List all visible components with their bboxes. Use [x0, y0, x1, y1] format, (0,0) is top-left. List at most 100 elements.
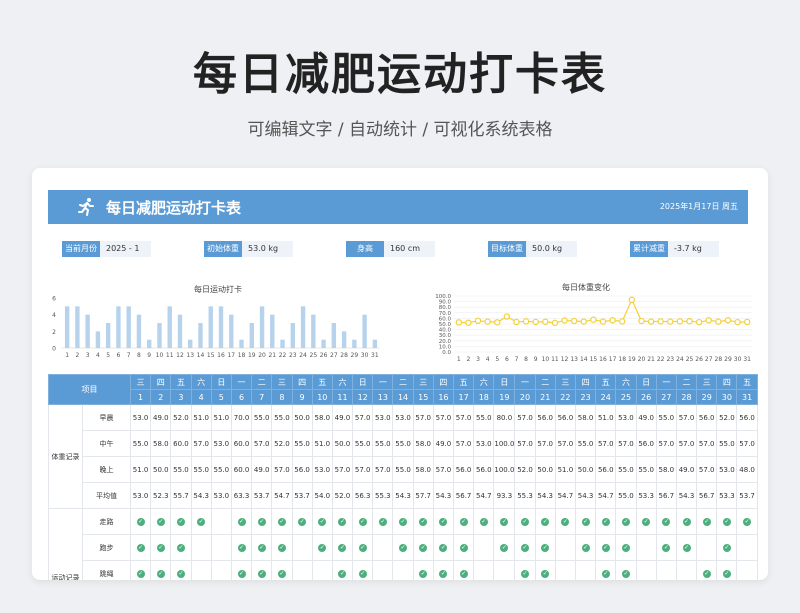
check-cell[interactable]: ✓	[170, 508, 192, 535]
weight-cell[interactable]: 52.3	[150, 482, 172, 509]
check-cell[interactable]	[291, 534, 313, 561]
check-cell[interactable]: ✓	[635, 508, 657, 535]
check-cell[interactable]: ✓	[655, 534, 677, 561]
check-cell[interactable]: ✓	[150, 534, 172, 561]
check-cell[interactable]: ✓	[534, 534, 556, 561]
info-value[interactable]: 50.0 kg	[526, 241, 577, 257]
weight-cell[interactable]: 49.0	[675, 456, 698, 483]
weight-cell[interactable]: 52.0	[716, 404, 738, 431]
check-cell[interactable]	[574, 560, 597, 580]
weight-cell[interactable]: 50.0	[150, 456, 172, 483]
check-cell[interactable]	[493, 560, 516, 580]
weight-cell[interactable]: 57.0	[534, 430, 556, 457]
weight-cell[interactable]: 53.0	[129, 404, 152, 431]
weight-cell[interactable]: 63.3	[230, 482, 253, 509]
check-cell[interactable]: ✓	[352, 560, 374, 580]
check-cell[interactable]	[291, 560, 313, 580]
weight-cell[interactable]: 54.7	[595, 482, 617, 509]
weight-cell[interactable]: 55.3	[372, 482, 394, 509]
weight-cell[interactable]: 48.0	[736, 456, 758, 483]
weight-cell[interactable]: 52.0	[514, 456, 536, 483]
weight-cell[interactable]: 54.7	[473, 482, 495, 509]
check-cell[interactable]: ✓	[736, 508, 758, 535]
check-cell[interactable]: ✓	[230, 508, 253, 535]
weight-cell[interactable]: 55.7	[170, 482, 192, 509]
weight-cell[interactable]: 60.0	[230, 456, 253, 483]
weight-cell[interactable]: 53.0	[372, 404, 394, 431]
weight-cell[interactable]: 56.3	[352, 482, 374, 509]
weight-cell[interactable]: 53.7	[251, 482, 273, 509]
weight-cell[interactable]: 55.0	[271, 404, 293, 431]
check-cell[interactable]: ✓	[615, 534, 637, 561]
weight-cell[interactable]: 53.3	[716, 482, 738, 509]
check-cell[interactable]: ✓	[129, 560, 152, 580]
weight-cell[interactable]: 55.0	[716, 430, 738, 457]
check-cell[interactable]: ✓	[473, 508, 495, 535]
check-cell[interactable]: ✓	[716, 508, 738, 535]
weight-cell[interactable]: 93.3	[493, 482, 516, 509]
info-value[interactable]: 53.0 kg	[242, 241, 293, 257]
weight-cell[interactable]: 57.0	[736, 430, 758, 457]
check-cell[interactable]: ✓	[716, 560, 738, 580]
weight-cell[interactable]: 57.0	[675, 430, 698, 457]
check-cell[interactable]: ✓	[615, 508, 637, 535]
weight-cell[interactable]: 57.0	[554, 430, 576, 457]
check-cell[interactable]: ✓	[412, 508, 434, 535]
weight-cell[interactable]: 54.3	[534, 482, 556, 509]
weight-cell[interactable]: 58.0	[412, 430, 434, 457]
weight-cell[interactable]: 70.0	[230, 404, 253, 431]
weight-cell[interactable]: 57.0	[514, 430, 536, 457]
check-cell[interactable]: ✓	[452, 534, 475, 561]
weight-cell[interactable]: 55.3	[514, 482, 536, 509]
weight-cell[interactable]: 56.7	[452, 482, 475, 509]
check-cell[interactable]	[736, 560, 758, 580]
check-cell[interactable]: ✓	[311, 508, 333, 535]
info-value[interactable]: 2025 - 1	[100, 241, 151, 257]
check-cell[interactable]: ✓	[595, 508, 617, 535]
check-cell[interactable]: ✓	[514, 560, 536, 580]
weight-cell[interactable]: 58.0	[655, 456, 677, 483]
weight-cell[interactable]: 58.0	[412, 456, 434, 483]
weight-cell[interactable]: 56.0	[696, 404, 718, 431]
weight-cell[interactable]: 55.0	[655, 404, 677, 431]
check-cell[interactable]: ✓	[251, 560, 273, 580]
check-cell[interactable]: ✓	[372, 508, 394, 535]
check-cell[interactable]	[210, 534, 232, 561]
weight-cell[interactable]: 53.0	[473, 430, 495, 457]
check-cell[interactable]: ✓	[675, 534, 698, 561]
check-cell[interactable]	[473, 534, 495, 561]
check-cell[interactable]: ✓	[311, 534, 333, 561]
weight-cell[interactable]: 53.3	[635, 482, 657, 509]
check-cell[interactable]	[190, 534, 212, 561]
weight-cell[interactable]: 53.0	[615, 404, 637, 431]
weight-cell[interactable]: 56.0	[554, 404, 576, 431]
check-cell[interactable]: ✓	[574, 508, 597, 535]
weight-cell[interactable]: 53.0	[210, 430, 232, 457]
weight-cell[interactable]: 55.0	[352, 430, 374, 457]
weight-cell[interactable]: 53.0	[210, 482, 232, 509]
check-cell[interactable]: ✓	[432, 508, 455, 535]
weight-cell[interactable]: 51.0	[210, 404, 232, 431]
weight-cell[interactable]: 51.0	[311, 430, 333, 457]
weight-cell[interactable]: 57.0	[412, 404, 434, 431]
weight-cell[interactable]: 52.0	[331, 482, 354, 509]
weight-cell[interactable]: 52.0	[170, 404, 192, 431]
weight-cell[interactable]: 57.0	[352, 456, 374, 483]
check-cell[interactable]: ✓	[432, 560, 455, 580]
weight-cell[interactable]: 52.0	[271, 430, 293, 457]
weight-cell[interactable]: 49.0	[331, 404, 354, 431]
weight-cell[interactable]: 54.3	[190, 482, 212, 509]
weight-cell[interactable]: 55.0	[251, 404, 273, 431]
weight-cell[interactable]: 57.0	[655, 430, 677, 457]
check-cell[interactable]: ✓	[331, 534, 354, 561]
weight-cell[interactable]: 57.0	[452, 430, 475, 457]
weight-cell[interactable]: 57.0	[432, 456, 455, 483]
check-cell[interactable]	[635, 534, 657, 561]
weight-cell[interactable]: 56.0	[736, 404, 758, 431]
check-cell[interactable]: ✓	[271, 508, 293, 535]
weight-cell[interactable]: 57.0	[331, 456, 354, 483]
weight-cell[interactable]: 57.0	[190, 430, 212, 457]
weight-cell[interactable]: 56.0	[595, 456, 617, 483]
weight-cell[interactable]: 56.0	[635, 430, 657, 457]
weight-cell[interactable]: 56.0	[452, 456, 475, 483]
